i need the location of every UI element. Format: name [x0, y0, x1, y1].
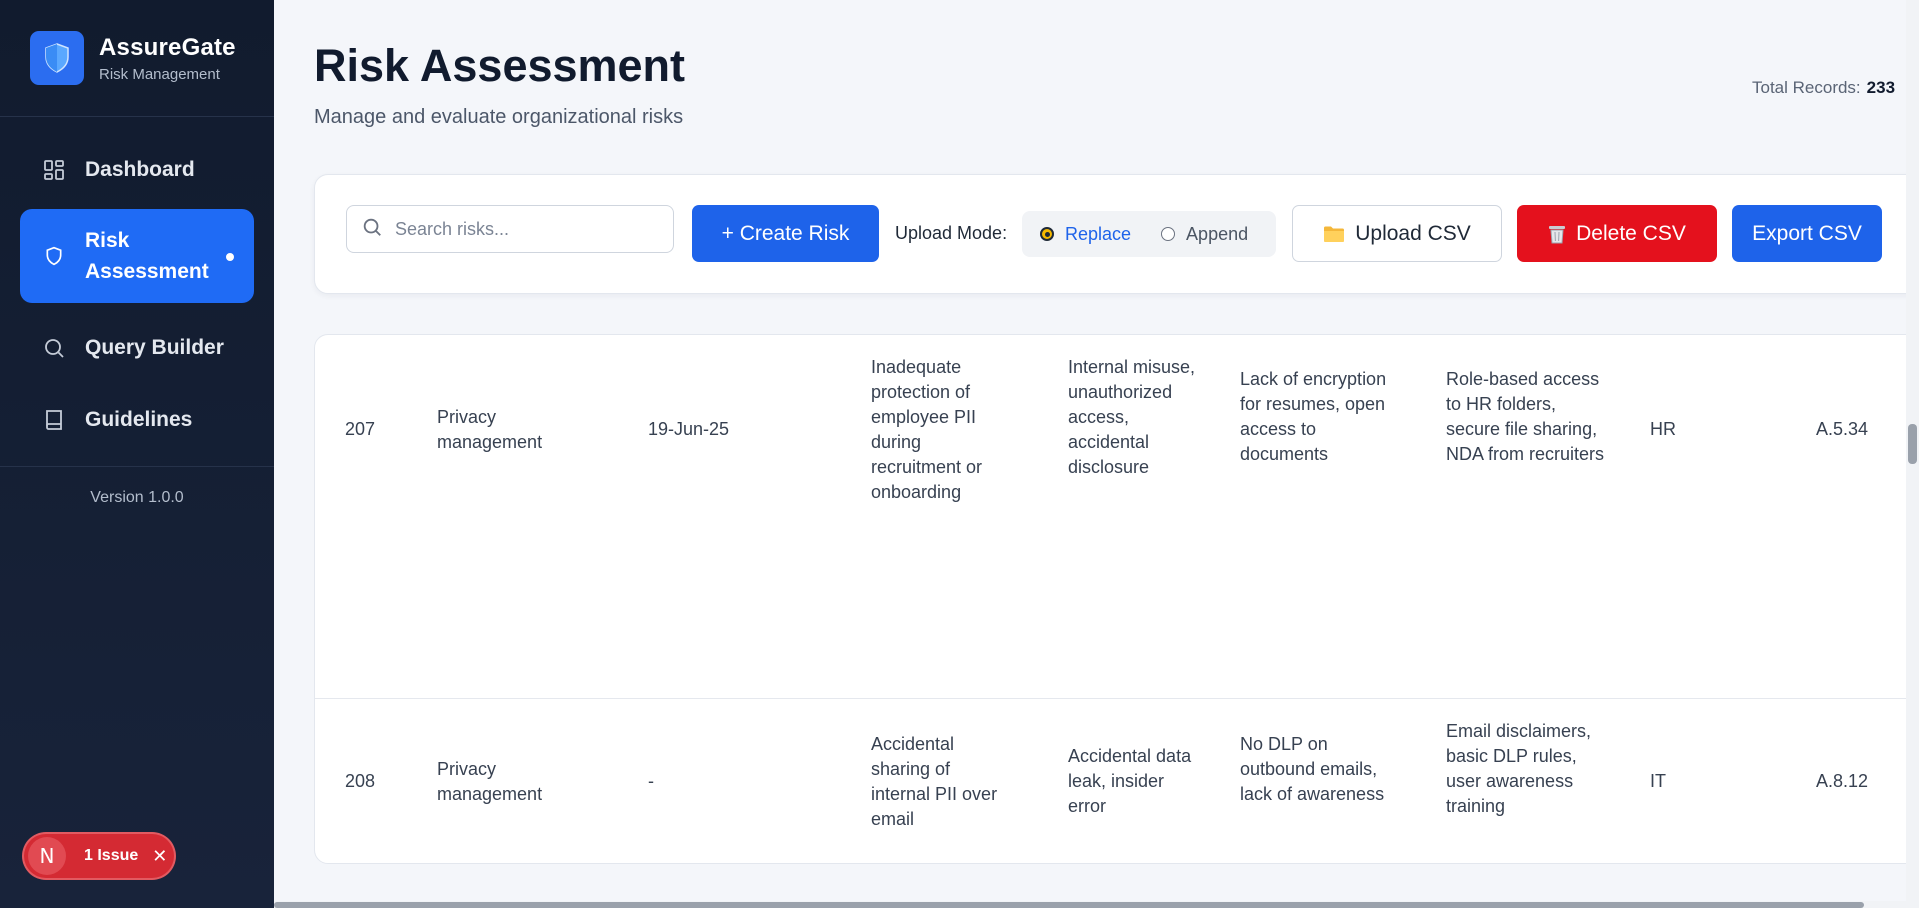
table-row[interactable]: 208 Privacy management - Accidental shar… — [315, 699, 1919, 863]
issue-badge[interactable]: N 1 Issue ✕ — [24, 834, 174, 878]
active-indicator — [226, 253, 234, 261]
risk-table: 207 Privacy management 19-Jun-25 Inadequ… — [314, 334, 1919, 864]
app-version: Version 1.0.0 — [90, 489, 184, 506]
total-records: Total Records: 233 — [1752, 78, 1895, 98]
cell-risk: Inadequate protection of employee PII du… — [871, 357, 983, 502]
folder-icon — [1323, 225, 1345, 243]
search-input[interactable] — [395, 218, 655, 240]
upload-mode-group: Replace Append — [1022, 211, 1276, 257]
sidebar-item-risk-assessment[interactable]: Risk Assessment — [20, 209, 254, 303]
cell-vulnerability: Lack of encryption for resumes, open acc… — [1240, 369, 1387, 464]
sidebar-item-label: Risk Assessment — [85, 229, 209, 283]
upload-csv-label: Upload CSV — [1355, 221, 1471, 245]
radio-append[interactable]: Append — [1161, 224, 1248, 245]
cell-owner: HR — [1650, 419, 1676, 439]
radio-unselected-icon — [1161, 227, 1176, 241]
upload-csv-button[interactable]: Upload CSV — [1292, 205, 1502, 262]
total-records-label: Total Records: — [1752, 78, 1861, 97]
grid-icon — [40, 156, 68, 184]
cell-reference: A.8.12 — [1816, 771, 1869, 791]
shield-logo-icon — [30, 31, 84, 85]
sidebar-item-label: Query Builder — [85, 335, 224, 359]
close-icon[interactable]: ✕ — [152, 846, 167, 867]
cell-threat: Accidental data leak, insider error — [1068, 746, 1192, 816]
export-csv-button[interactable]: Export CSV — [1732, 205, 1882, 262]
cell-controls: Role-based access to HR folders, secure … — [1446, 369, 1605, 464]
table-row[interactable]: 207 Privacy management 19-Jun-25 Inadequ… — [315, 335, 1919, 699]
cell-owner: IT — [1650, 771, 1666, 791]
cell-category: Privacy management — [437, 407, 543, 452]
radio-replace-label: Replace — [1065, 223, 1132, 244]
cell-controls: Email disclaimers, basic DLP rules, user… — [1446, 721, 1592, 816]
toolbar: + Create Risk Upload Mode: Replace Appen… — [314, 174, 1919, 294]
app-name: AssureGate — [99, 33, 236, 61]
cell-date: - — [648, 771, 654, 791]
total-records-value: 233 — [1866, 78, 1896, 97]
page-subtitle: Manage and evaluate organizational risks — [314, 106, 684, 128]
radio-replace[interactable]: Replace — [1040, 224, 1131, 245]
horizontal-scrollbar-thumb[interactable] — [274, 902, 1864, 908]
sidebar-item-label: Guidelines — [85, 407, 193, 431]
vertical-scrollbar[interactable] — [1906, 0, 1919, 908]
page-title: Risk Assessment — [314, 40, 686, 91]
app-subtitle: Risk Management — [99, 65, 220, 83]
search-icon — [361, 216, 383, 243]
cell-reference: A.5.34 — [1816, 419, 1869, 439]
cell-id: 208 — [345, 771, 376, 791]
cell-threat: Internal misuse, unauthorized access, ac… — [1068, 357, 1196, 477]
sidebar-item-dashboard[interactable]: Dashboard — [20, 137, 254, 202]
cell-risk: Accidental sharing of internal PII over … — [871, 734, 998, 829]
cell-category: Privacy management — [437, 759, 543, 804]
cell-vulnerability: No DLP on outbound emails, lack of aware… — [1240, 734, 1385, 804]
sidebar: AssureGate Risk Management Dashboard Ris… — [0, 0, 274, 908]
shield-icon — [40, 242, 68, 270]
sidebar-nav: Dashboard Risk Assessment Query Builder … — [0, 117, 274, 452]
horizontal-scrollbar[interactable] — [274, 901, 1919, 908]
issue-label: 1 Issue — [84, 847, 139, 864]
divider — [0, 466, 274, 467]
delete-csv-label: Delete CSV — [1576, 221, 1686, 245]
cell-id: 207 — [345, 419, 376, 439]
trash-icon — [1548, 224, 1566, 244]
sidebar-item-guidelines[interactable]: Guidelines — [20, 387, 254, 452]
sidebar-item-query-builder[interactable]: Query Builder — [20, 315, 254, 380]
brand: AssureGate Risk Management — [0, 0, 274, 117]
cell-date: 19-Jun-25 — [648, 419, 730, 439]
book-icon — [40, 406, 68, 434]
issue-initial: N — [28, 837, 66, 875]
vertical-scrollbar-thumb[interactable] — [1908, 424, 1917, 464]
create-risk-button[interactable]: + Create Risk — [692, 205, 879, 262]
radio-append-label: Append — [1186, 223, 1249, 244]
delete-csv-button[interactable]: Delete CSV — [1517, 205, 1717, 262]
main-content: Risk Assessment Manage and evaluate orga… — [274, 0, 1919, 908]
upload-mode-label: Upload Mode: — [895, 223, 1008, 243]
sidebar-item-label: Dashboard — [85, 157, 195, 181]
search-box[interactable] — [346, 205, 674, 253]
radio-selected-icon — [1040, 227, 1054, 241]
search-icon — [40, 334, 68, 362]
